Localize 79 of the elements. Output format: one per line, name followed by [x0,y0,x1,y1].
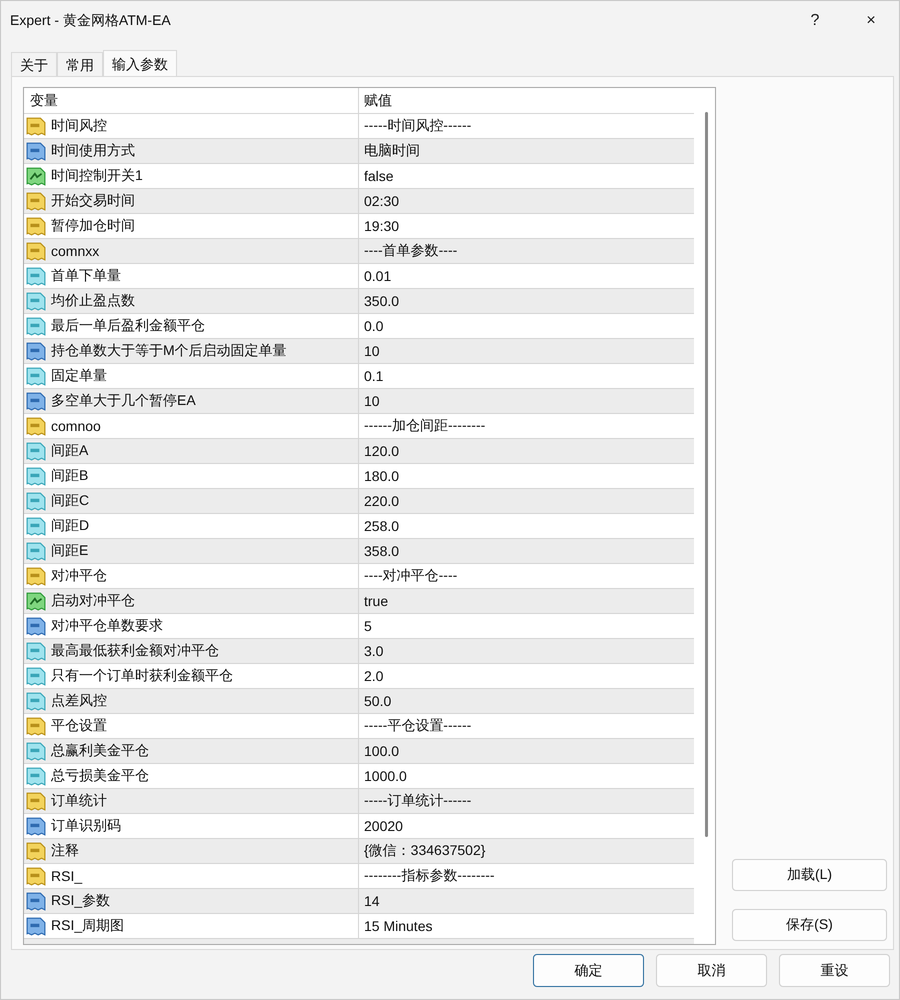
variable-value[interactable]: false [364,168,394,184]
variable-value[interactable]: 15 Minutes [364,918,432,934]
variable-name: RSI_周期图 [51,917,124,935]
variable-value[interactable]: 2.0 [364,668,384,684]
variable-value[interactable]: 20020 [364,818,403,834]
variable-value[interactable]: 电脑时间 [364,142,420,160]
variable-name: 对冲平仓单数要求 [51,617,163,635]
variable-name: RSI_参数 [51,892,110,910]
close-button[interactable]: × [843,2,899,40]
column-header[interactable]: 变量 [24,88,359,113]
variable-name: 总亏损美金平仓 [51,767,149,785]
variable-value[interactable]: -----时间风控------ [364,117,472,135]
variable-value[interactable]: 100.0 [364,743,400,759]
variable-name: 总赢利美金平仓 [51,742,149,760]
variable-name: 订单统计 [51,792,107,810]
variable-name: 首单下单量 [51,267,121,285]
variable-value[interactable]: 02:30 [364,193,400,209]
side-button[interactable]: 保存(S) [732,909,887,941]
variable-value[interactable]: 180.0 [364,468,400,484]
variable-value[interactable]: -----订单统计------ [364,792,472,810]
variable-value[interactable]: 0.1 [364,368,384,384]
variable-value[interactable]: -----平仓设置------ [364,717,472,735]
variable-value[interactable]: 0.01 [364,268,392,284]
tab[interactable]: 输入参数 [103,50,177,78]
dialog-button[interactable]: 确定 [533,954,644,987]
variable-name: 最高最低获利金额对冲平仓 [51,642,219,660]
variable-name: comnxx [51,243,100,259]
variable-value[interactable]: 358.0 [364,543,400,559]
variable-value[interactable]: --------指标参数-------- [364,867,495,885]
variable-name: 注释 [51,842,79,860]
variable-name: 平仓设置 [51,717,107,735]
variable-name: 间距B [51,467,88,485]
help-button[interactable]: ? [787,2,843,40]
variable-value[interactable]: 220.0 [364,493,400,509]
dialog-button[interactable]: 取消 [656,954,767,987]
variable-name: 间距A [51,442,88,460]
variable-name: RSI_ [51,868,82,884]
variable-name: 暂停加仓时间 [51,217,135,235]
variable-value[interactable]: 10 [364,393,380,409]
tab[interactable]: 关于 [11,52,57,78]
variable-name: 均价止盈点数 [51,292,135,310]
variable-name: comnoo [51,418,101,434]
variable-value[interactable]: 5 [364,618,372,634]
variable-name: 间距C [51,492,90,510]
variable-value[interactable]: 14 [364,893,380,909]
variable-value[interactable]: 10 [364,343,380,359]
side-button[interactable]: 加载(L) [732,859,887,891]
variable-value[interactable]: 120.0 [364,443,400,459]
variable-name: 多空单大于几个暂停EA [51,392,196,410]
window-title: Expert - 黄金网格ATM-EA [10,12,171,30]
variable-name: 时间控制开关1 [51,167,143,185]
variable-name: 最后一单后盈利金额平仓 [51,317,205,335]
variable-name: 只有一个订单时获利金额平仓 [51,667,233,685]
variable-value[interactable]: 3.0 [364,643,384,659]
variable-name: 间距E [51,542,88,560]
variable-value[interactable]: 350.0 [364,293,400,309]
variable-name: 订单识别码 [51,817,121,835]
variable-name: 启动对冲平仓 [51,592,135,610]
variable-name: 对冲平仓 [51,567,107,585]
variable-value[interactable]: 258.0 [364,518,400,534]
variable-value[interactable]: ----首单参数---- [364,242,458,260]
tab[interactable]: 常用 [57,52,103,78]
variable-value[interactable]: true [364,593,388,609]
variable-name: 持仓单数大于等于M个后启动固定单量 [51,342,287,360]
variable-value[interactable]: ------加仓间距-------- [364,417,486,435]
variable-value[interactable]: 0.0 [364,318,384,334]
variable-value[interactable]: 1000.0 [364,768,407,784]
column-header[interactable]: 赋值 [359,88,694,113]
variable-name: 间距D [51,517,90,535]
dialog-button[interactable]: 重设 [779,954,890,987]
variable-value[interactable]: 19:30 [364,218,400,234]
variable-name: 时间风控 [51,117,107,135]
variable-value[interactable]: {微信：334637502} [364,842,486,860]
variable-value[interactable]: ----对冲平仓---- [364,567,458,585]
variable-value[interactable]: 50.0 [364,693,392,709]
variable-name: 开始交易时间 [51,192,135,210]
variable-name: 点差风控 [51,692,107,710]
variable-name: 固定单量 [51,367,107,385]
variable-name: 时间使用方式 [51,142,135,160]
